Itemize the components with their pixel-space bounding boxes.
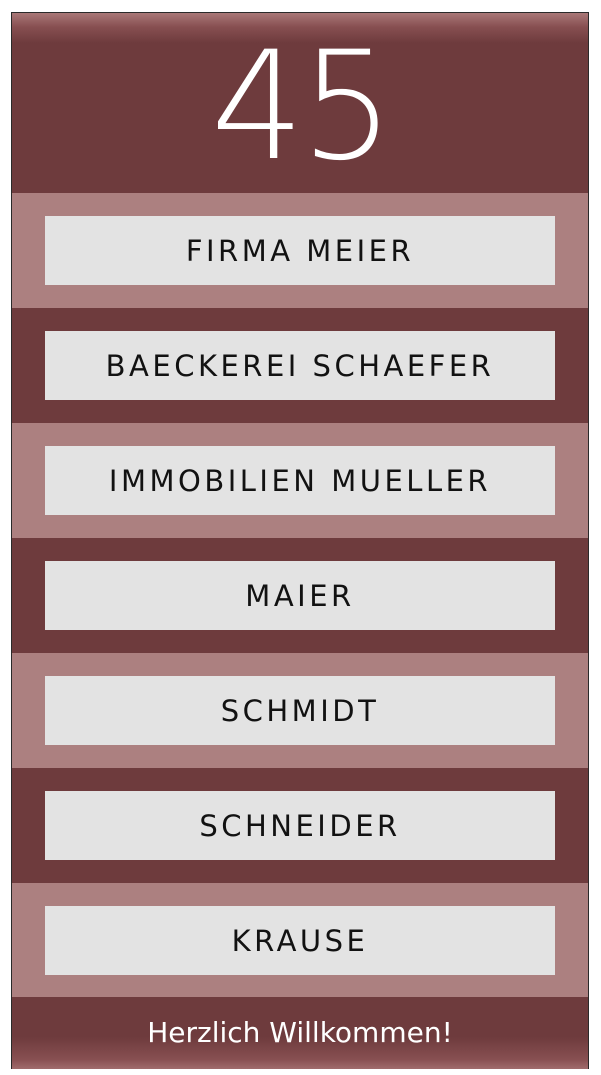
list-item: FIRMA MEIER [12, 193, 588, 308]
list-item: SCHNEIDER [12, 768, 588, 883]
header: 45 [12, 13, 588, 193]
entry-button-krause[interactable]: KRAUSE [45, 906, 555, 975]
entry-button-schneider[interactable]: SCHNEIDER [45, 791, 555, 860]
entry-button-immobilien-mueller[interactable]: IMMOBILIEN MUELLER [45, 446, 555, 515]
entry-button-maier[interactable]: MAIER [45, 561, 555, 630]
list-item: BAECKEREI SCHAEFER [12, 308, 588, 423]
entry-list: FIRMA MEIER BAECKEREI SCHAEFER IMMOBILIE… [12, 193, 588, 998]
counter-display: 45 [210, 20, 393, 194]
entry-button-schmidt[interactable]: SCHMIDT [45, 676, 555, 745]
list-item: SCHMIDT [12, 653, 588, 768]
list-item: KRAUSE [12, 883, 588, 998]
list-item: MAIER [12, 538, 588, 653]
entry-button-firma-meier[interactable]: FIRMA MEIER [45, 216, 555, 285]
welcome-message: Herzlich Willkommen! [147, 1015, 453, 1049]
footer: Herzlich Willkommen! [12, 997, 588, 1069]
doorbell-panel: 45 FIRMA MEIER BAECKEREI SCHAEFER IMMOBI… [11, 12, 589, 1069]
entry-button-baeckerei-schaefer[interactable]: BAECKEREI SCHAEFER [45, 331, 555, 400]
list-item: IMMOBILIEN MUELLER [12, 423, 588, 538]
